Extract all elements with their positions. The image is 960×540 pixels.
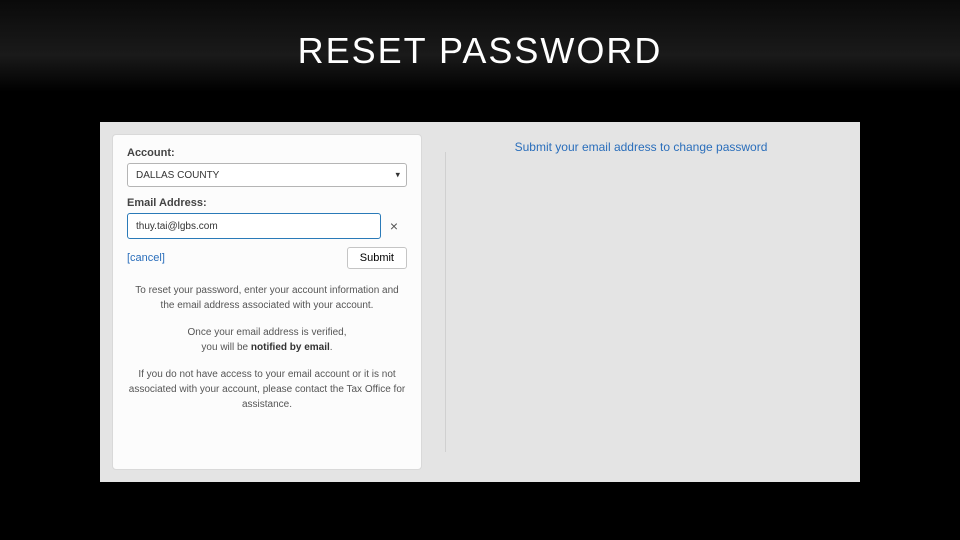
account-label: Account: bbox=[127, 147, 407, 159]
help-text-2a: Once your email address is verified, bbox=[188, 327, 347, 338]
submit-button[interactable]: Submit bbox=[347, 247, 407, 269]
help-text-2: Once your email address is verified, you… bbox=[127, 325, 407, 355]
help-text-3: If you do not have access to your email … bbox=[127, 367, 407, 412]
email-input-value: thuy.tai@lgbs.com bbox=[136, 221, 218, 232]
clear-input-button[interactable]: × bbox=[381, 213, 407, 239]
email-label: Email Address: bbox=[127, 197, 407, 209]
reset-form-panel: Account: DALLAS COUNTY ▾ Email Address: … bbox=[112, 134, 422, 470]
help-text-1: To reset your password, enter your accou… bbox=[127, 283, 407, 313]
close-icon: × bbox=[390, 218, 398, 234]
email-input[interactable]: thuy.tai@lgbs.com bbox=[127, 213, 381, 239]
slide-header: RESET PASSWORD bbox=[0, 0, 960, 92]
page-title: RESET PASSWORD bbox=[0, 30, 960, 72]
email-input-row: thuy.tai@lgbs.com × bbox=[127, 213, 407, 239]
form-actions: [cancel] Submit bbox=[127, 247, 407, 269]
content-wrapper: Account: DALLAS COUNTY ▾ Email Address: … bbox=[100, 122, 860, 482]
cancel-link[interactable]: [cancel] bbox=[127, 252, 165, 264]
help-text-2b-suffix: . bbox=[330, 342, 333, 353]
change-password-link[interactable]: Submit your email address to change pass… bbox=[442, 140, 840, 154]
vertical-divider bbox=[445, 152, 446, 452]
account-selected-value: DALLAS COUNTY bbox=[136, 170, 219, 181]
chevron-down-icon: ▾ bbox=[395, 170, 400, 181]
help-text-2b-bold: notified by email bbox=[251, 342, 330, 353]
right-panel: Submit your email address to change pass… bbox=[422, 122, 860, 482]
account-select[interactable]: DALLAS COUNTY ▾ bbox=[127, 163, 407, 187]
help-text-2b-prefix: you will be bbox=[201, 342, 250, 353]
